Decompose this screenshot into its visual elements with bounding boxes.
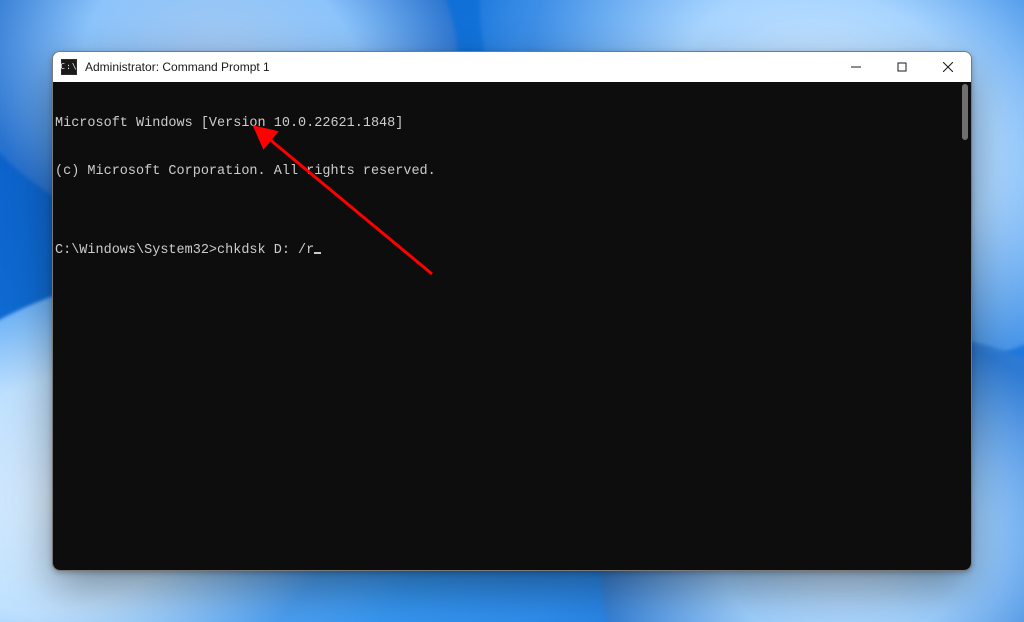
window-controls: [833, 52, 971, 82]
scrollbar[interactable]: [954, 84, 969, 568]
window-title: Administrator: Command Prompt 1: [85, 60, 270, 74]
scrollbar-thumb[interactable]: [962, 84, 968, 140]
maximize-button[interactable]: [879, 52, 925, 82]
terminal-line: (c) Microsoft Corporation. All rights re…: [55, 164, 969, 180]
command-text: chkdsk D: /r: [217, 243, 314, 258]
prompt-text: C:\Windows\System32>: [55, 243, 217, 258]
text-cursor: [314, 252, 321, 254]
terminal-area[interactable]: Microsoft Windows [Version 10.0.22621.18…: [53, 82, 971, 570]
terminal-prompt-line: C:\Windows\System32>chkdsk D: /r: [55, 243, 969, 259]
titlebar[interactable]: C:\ Administrator: Command Prompt 1: [53, 52, 971, 82]
command-prompt-window: C:\ Administrator: Command Prompt 1 Micr…: [52, 51, 972, 571]
terminal-line: Microsoft Windows [Version 10.0.22621.18…: [55, 116, 969, 132]
command-prompt-icon: C:\: [61, 59, 77, 75]
minimize-button[interactable]: [833, 52, 879, 82]
close-button[interactable]: [925, 52, 971, 82]
